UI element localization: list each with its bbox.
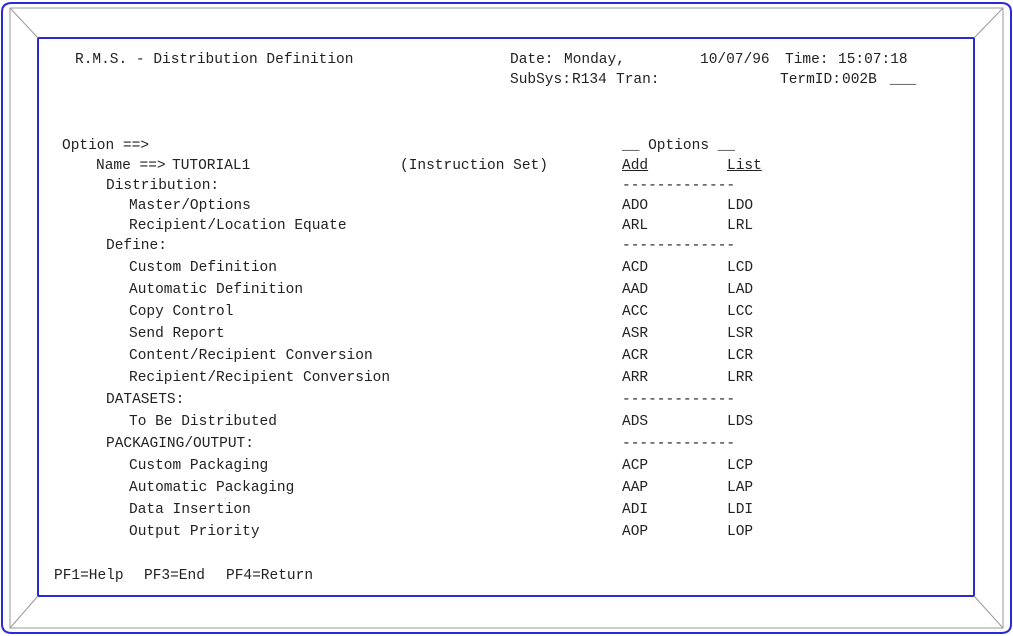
group-rule: ------------- (622, 238, 736, 254)
menu-code-add[interactable]: ACR (622, 348, 648, 364)
menu-item-label: To Be Distributed (129, 414, 277, 430)
menu-code-add[interactable]: ADS (622, 414, 648, 430)
menu-code-list[interactable]: LCD (727, 260, 753, 276)
tran-label: Tran: (616, 72, 660, 88)
menu-code-list[interactable]: LCP (727, 458, 753, 474)
time-value: 15:07:18 (838, 52, 908, 68)
menu-code-list[interactable]: LRL (727, 218, 753, 234)
termid-value: 002B (842, 72, 877, 88)
menu-item-label: Master/Options (129, 198, 251, 214)
date-numeric: 10/07/96 (700, 52, 770, 68)
menu-item-label: Custom Definition (129, 260, 277, 276)
menu-code-add[interactable]: ADI (622, 502, 648, 518)
screen-title: R.M.S. - Distribution Definition (75, 52, 354, 68)
menu-item-label: Recipient/Recipient Conversion (129, 370, 391, 386)
menu-item-label: Output Priority (129, 524, 260, 540)
menu-item-label: Copy Control (129, 304, 234, 320)
menu-item-label: Custom Packaging (129, 458, 269, 474)
name-label: Name ==> (96, 158, 166, 174)
group-label-datasets: DATASETS: (106, 392, 185, 408)
menu-code-list[interactable]: LCR (727, 348, 753, 364)
pf4-return-key[interactable]: PF4=Return (226, 568, 313, 584)
menu-code-list[interactable]: LOP (727, 524, 753, 540)
group-rule: ------------- (622, 436, 736, 452)
column-header-add: Add (622, 158, 649, 174)
menu-code-list[interactable]: LDS (727, 414, 753, 430)
date-value: Monday, (564, 52, 625, 68)
group-label-define: Define: (106, 238, 167, 254)
termid-label: TermID: (780, 72, 841, 88)
menu-item-label: Automatic Definition (129, 282, 304, 298)
menu-code-add[interactable]: AAD (622, 282, 648, 298)
subsys-label: SubSys: (510, 72, 571, 88)
menu-item-label: Automatic Packaging (129, 480, 295, 496)
group-rule: ------------- (622, 392, 736, 408)
group-label-distribution: Distribution: (106, 178, 220, 194)
menu-code-add[interactable]: AOP (622, 524, 648, 540)
group-label-packaging-output: PACKAGING/OUTPUT: (106, 436, 254, 452)
menu-code-add[interactable]: ARL (622, 218, 648, 234)
menu-code-list[interactable]: LAD (727, 282, 753, 298)
menu-code-list[interactable]: LDO (727, 198, 753, 214)
column-header-list: List (727, 158, 762, 174)
menu-code-add[interactable]: ARR (622, 370, 648, 386)
menu-code-list[interactable]: LCC (727, 304, 753, 320)
options-header: __ Options __ (622, 138, 736, 154)
name-note: (Instruction Set) (400, 158, 548, 174)
menu-item-label: Recipient/Location Equate (129, 218, 347, 234)
menu-code-add[interactable]: ACC (622, 304, 648, 320)
menu-code-add[interactable]: AAP (622, 480, 648, 496)
menu-item-label: Data Insertion (129, 502, 251, 518)
subsys-value: R134 (572, 72, 607, 88)
menu-code-list[interactable]: LRR (727, 370, 753, 386)
menu-code-add[interactable]: ACP (622, 458, 648, 474)
menu-code-add[interactable]: ACD (622, 260, 648, 276)
menu-code-list[interactable]: LSR (727, 326, 753, 342)
pf1-help-key[interactable]: PF1=Help (54, 568, 124, 584)
date-label: Date: (510, 52, 554, 68)
time-label: Time: (785, 52, 829, 68)
menu-code-add[interactable]: ADO (622, 198, 648, 214)
menu-item-label: Content/Recipient Conversion (129, 348, 373, 364)
pf3-end-key[interactable]: PF3=End (144, 568, 205, 584)
group-rule: ------------- (622, 178, 736, 194)
option-command-label[interactable]: Option ==> (62, 138, 149, 154)
menu-code-list[interactable]: LDI (727, 502, 753, 518)
termid-input[interactable]: ___ (890, 72, 916, 88)
menu-code-add[interactable]: ASR (622, 326, 648, 342)
name-input[interactable]: TUTORIAL1 (172, 158, 250, 174)
menu-code-list[interactable]: LAP (727, 480, 753, 496)
terminal-screen: R.M.S. - Distribution Definition Date: M… (38, 38, 974, 596)
menu-item-label: Send Report (129, 326, 225, 342)
